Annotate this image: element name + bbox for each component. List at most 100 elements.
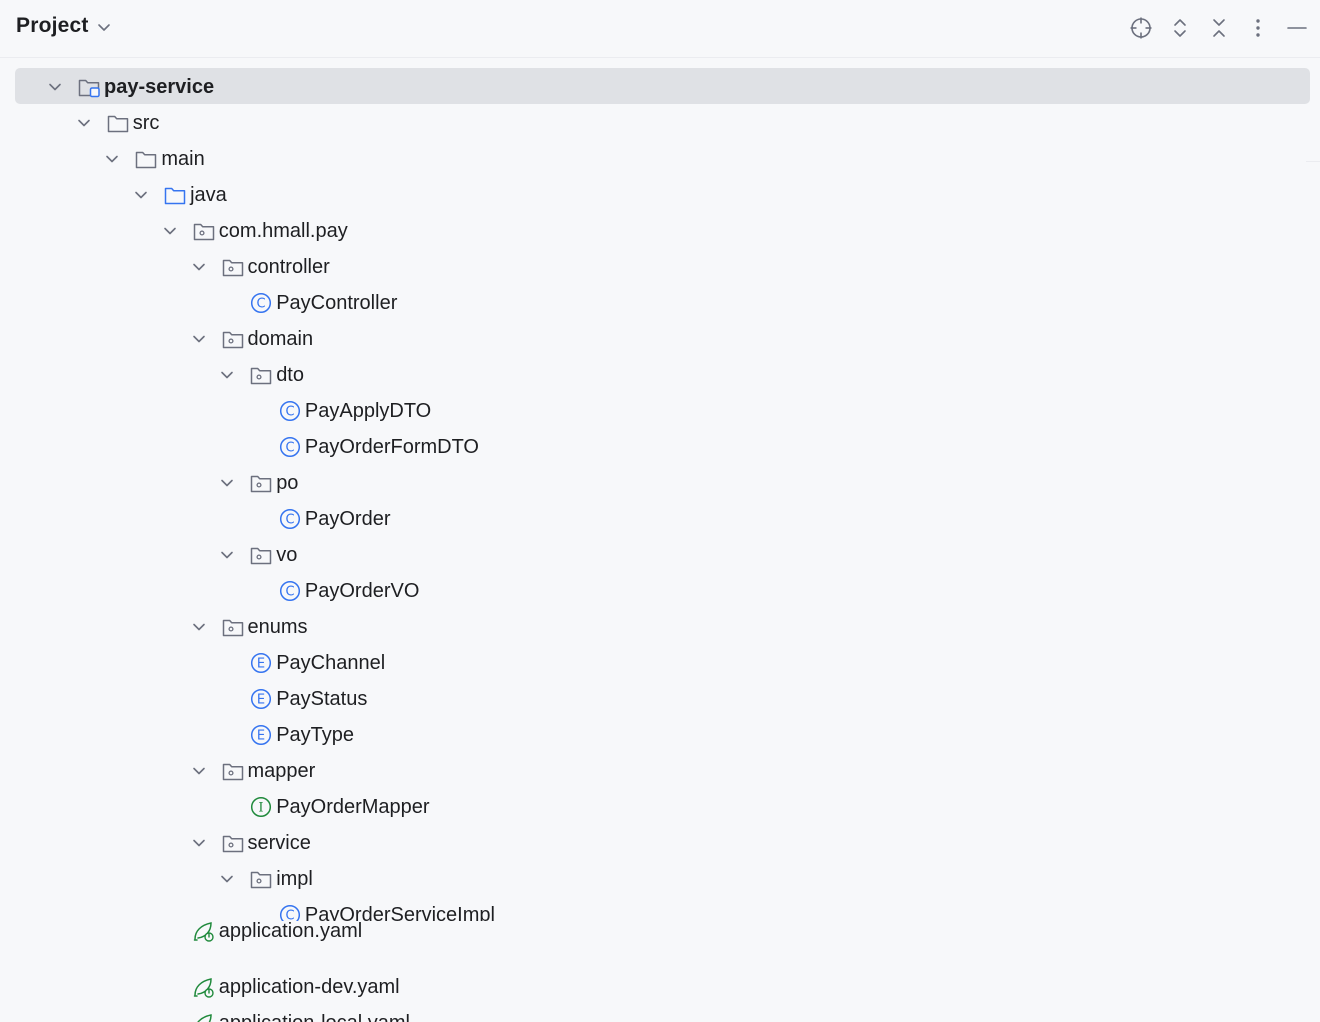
tree-node-label: PayApplyDTO [304,400,432,422]
tree-node-label: PayChannel [276,652,386,674]
tree-node-label: po [276,472,299,494]
tree-node-paycontroller[interactable]: C PayController [0,285,1320,321]
tree-node-label: main [161,148,205,170]
locate-icon[interactable] [1127,14,1155,42]
package-icon [222,619,243,637]
tree-node-pay-service[interactable]: pay-service [0,68,1320,105]
svg-text:E: E [257,729,265,744]
chevron-down-icon[interactable] [219,475,235,491]
tree-node-paytype[interactable]: E PayType [0,717,1320,753]
tree-node-src[interactable]: src [0,105,1320,141]
chevron-down-icon[interactable] [219,367,235,383]
tool-window-title[interactable]: Project [16,14,89,38]
interface-icon: I [251,796,272,818]
tree-node-enums[interactable]: enums [0,609,1320,645]
tree-node-label: application.yaml [218,920,363,942]
yaml-file-icon [193,978,214,998]
tree-node-label: domain [247,328,314,350]
package-icon [222,259,243,277]
tree-node-label: com.hmall.pay [218,220,348,242]
tree-node-label: service [247,832,311,854]
chevron-down-icon[interactable] [191,619,207,635]
tree-node-label: java [190,184,227,206]
tree-node-payorder[interactable]: C PayOrder [0,501,1320,537]
tree-node-payorderformdto[interactable]: C PayOrderFormDTO [0,429,1320,465]
tree-node-com-hmall-pay[interactable]: com.hmall.pay [0,213,1320,249]
tree-node-label: application-local.yaml [219,1011,410,1022]
module-icon [78,79,100,98]
collapse-all-icon[interactable] [1205,14,1233,42]
tree-node-label: PayOrderFormDTO [304,436,479,458]
tree-node-impl[interactable]: impl [0,861,1320,897]
tree-node-service[interactable]: service [0,825,1320,861]
enum-icon: E [251,688,272,710]
tree-node-main[interactable]: main [0,141,1320,177]
project-tool-window-header: Project [0,0,1320,58]
package-icon [250,871,272,889]
svg-text:C: C [257,297,266,312]
tree-node-mapper[interactable]: mapper [0,753,1320,789]
chevron-down-icon[interactable] [162,223,178,239]
tree-node-java[interactable]: java [0,177,1320,213]
tree-node-po[interactable]: po [0,465,1320,501]
hide-icon[interactable] [1283,14,1311,42]
tree-node-application-local-yaml[interactable]: application-local.yaml [0,1005,1320,1022]
tree-node-label: PayOrder [304,508,391,530]
class-icon: C [279,400,300,422]
tree-node-vo[interactable]: vo [0,537,1320,573]
project-tree[interactable]: pay-service src main java com.hmall.pay con… [0,59,1320,1022]
tree-node-application-yaml[interactable]: application.yaml [0,913,1320,949]
scrollbar-mark [1306,161,1320,162]
tree-node-label: src [132,112,160,134]
tree-node-label: controller [247,256,330,278]
svg-text:C: C [285,585,294,600]
tree-node-paystatus[interactable]: E PayStatus [0,681,1320,717]
package-icon [250,475,272,493]
svg-text:C: C [285,441,294,456]
svg-text:C: C [285,513,294,528]
svg-text:E: E [257,657,265,672]
tree-row-clipped [0,59,1320,62]
class-icon: C [251,292,272,314]
package-icon [250,367,272,385]
tree-node-label: application-dev.yaml [218,976,400,998]
tree-node-payordermapper[interactable]: I PayOrderMapper [0,789,1320,825]
tree-node-controller[interactable]: controller [0,249,1320,285]
tree-node-dto[interactable]: dto [0,357,1320,393]
chevron-down-icon[interactable] [191,331,207,347]
svg-text:I: I [259,801,264,816]
chevron-down-icon[interactable] [219,547,235,563]
tree-node-label: pay-service [104,76,215,98]
chevron-down-icon[interactable] [191,763,207,779]
chevron-down-icon[interactable] [191,835,207,851]
tree-node-application-dev-yaml[interactable]: application-dev.yaml [0,969,1320,1005]
package-icon [222,331,243,349]
expand-all-icon[interactable] [1166,14,1194,42]
tree-node-label: PayType [276,724,355,746]
folder-icon [107,115,128,133]
more-options-icon[interactable] [1244,14,1272,42]
tree-node-domain[interactable]: domain [0,321,1320,357]
chevron-down-icon[interactable] [47,79,63,95]
svg-text:E: E [257,693,265,708]
chevron-down-icon[interactable] [219,871,235,887]
class-icon: C [279,580,300,602]
yaml-file-icon [197,1014,212,1022]
folder-icon [136,151,157,169]
tree-node-paychannel[interactable]: E PayChannel [0,645,1320,681]
tree-node-payordervo[interactable]: C PayOrderVO [0,573,1320,609]
tree-node-label: PayOrderVO [304,580,420,602]
tree-node-payapplydto[interactable]: C PayApplyDTO [0,393,1320,429]
package-icon [193,223,215,241]
tree-node-label: enums [247,616,308,638]
package-icon [222,763,243,781]
chevron-down-icon[interactable] [76,115,92,131]
chevron-down-icon[interactable] [133,187,149,203]
class-icon: C [279,508,300,530]
chevron-down-icon[interactable] [104,151,120,167]
class-icon: C [279,436,300,458]
package-icon [222,835,243,853]
chevron-down-icon[interactable] [191,259,207,275]
enum-icon: E [251,724,272,746]
chevron-down-icon[interactable] [95,18,113,36]
